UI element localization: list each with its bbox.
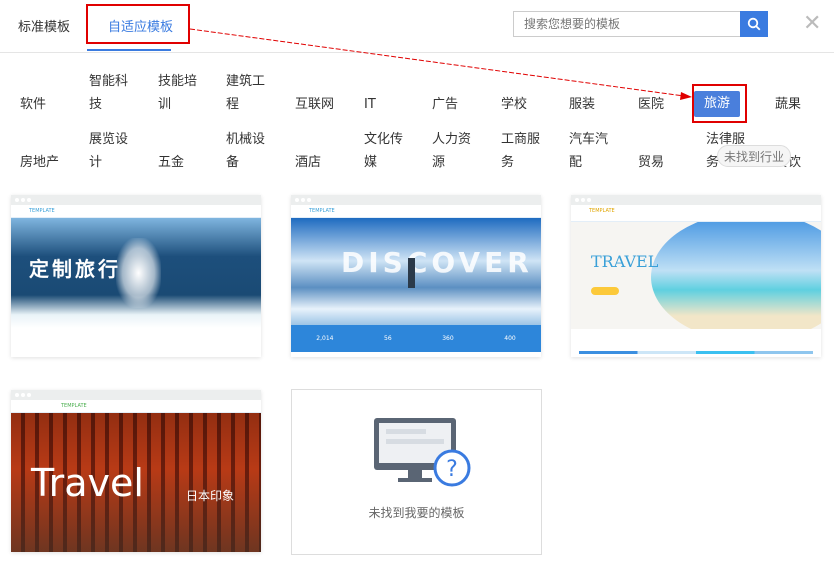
template-card[interactable]: TEMPLATE Travel 日本印象 (11, 390, 261, 552)
category-row1-8[interactable]: 服装 (569, 70, 611, 116)
template-preview: 定制旅行 (11, 218, 261, 328)
category-row1-1[interactable]: 智能科技 (89, 70, 131, 116)
category-row2-3[interactable]: 机械设备 (226, 128, 268, 174)
template-not-found-card[interactable]: ? 未找到我要的模板 (291, 389, 542, 555)
annotation-box-category (692, 84, 747, 123)
category-label: 汽车汽配 (569, 132, 609, 170)
category-row1-2[interactable]: 技能培训 (158, 70, 200, 116)
template-logo: TEMPLATE (291, 205, 541, 218)
category-label: 技能培训 (158, 74, 198, 112)
category-row2-2[interactable]: 五金 (158, 128, 200, 174)
category-label: 五金 (158, 155, 185, 170)
category-label: 医院 (638, 97, 665, 112)
browser-bar (571, 195, 821, 205)
category-label: 建筑工程 (226, 74, 266, 112)
category-label: 蔬果 (775, 97, 802, 112)
category-label: 软件 (20, 97, 47, 112)
category-label: 文化传媒 (364, 132, 404, 170)
template-preview: DISCOVER (291, 218, 541, 325)
template-subheadline: 日本印象 (186, 489, 235, 503)
template-headline: 定制旅行 (29, 257, 121, 281)
category-row1-3[interactable]: 建筑工程 (226, 70, 268, 116)
category-row1-7[interactable]: 学校 (501, 70, 543, 116)
template-logo: TEMPLATE (571, 205, 821, 222)
browser-bar (291, 195, 541, 205)
category-label: 机械设备 (226, 132, 266, 170)
category-row2-6[interactable]: 人力资源 (432, 128, 474, 174)
stat: 56 (384, 335, 392, 342)
browser-bar (11, 195, 261, 205)
category-row2-7[interactable]: 工商服务 (501, 128, 543, 174)
template-preview: Travel 日本印象 (11, 413, 261, 552)
category-row1-11[interactable]: 蔬果 (775, 70, 817, 116)
template-card[interactable]: TEMPLATE 定制旅行 (11, 195, 261, 357)
category-row1-9[interactable]: 医院 (638, 70, 680, 116)
category-row2-8[interactable]: 汽车汽配 (569, 128, 611, 174)
category-label: 学校 (501, 97, 528, 112)
category-label: 人力资源 (432, 132, 472, 170)
category-label: 酒店 (295, 155, 322, 170)
category-row1-5[interactable]: IT (364, 70, 406, 116)
category-label: 贸易 (638, 155, 665, 170)
category-row2-1[interactable]: 展览设计 (89, 128, 131, 174)
monitor-question-icon: ? (374, 418, 471, 487)
stats-strip: 2,014 56 360 400 (291, 325, 541, 352)
template-preview: TRAVEL (571, 222, 821, 329)
stat: 400 (504, 335, 516, 342)
category-label: 广告 (432, 97, 459, 112)
category-label: 展览设计 (89, 132, 129, 170)
svg-text:?: ? (446, 457, 458, 482)
browser-bar (11, 390, 261, 400)
template-card[interactable]: TEMPLATE DISCOVER 2,014 56 360 400 (291, 195, 541, 357)
template-headline: DISCOVER (341, 246, 533, 279)
stat: 360 (442, 335, 454, 342)
category-label: 智能科技 (89, 74, 129, 112)
category-row1-6[interactable]: 广告 (432, 70, 474, 116)
template-headline: Travel (31, 461, 144, 505)
category-label: 互联网 (295, 97, 335, 112)
category-row2-9[interactable]: 贸易 (638, 128, 680, 174)
tooltip: 未找到行业 (717, 145, 792, 167)
category-row1-0[interactable]: 软件 (20, 70, 62, 116)
category-row2-5[interactable]: 文化传媒 (364, 128, 406, 174)
category-label: 工商服务 (501, 132, 541, 170)
category-label: 房地产 (20, 155, 60, 170)
category-label: IT (364, 97, 376, 112)
not-found-text: 未找到我要的模板 (368, 506, 465, 520)
template-logo: TEMPLATE (11, 400, 261, 413)
category-label: 服装 (569, 97, 596, 112)
template-headline: TRAVEL (591, 252, 659, 271)
template-card[interactable]: TEMPLATE TRAVEL (571, 195, 821, 357)
category-row2-0[interactable]: 房地产 (20, 128, 62, 174)
stat: 2,014 (316, 335, 334, 342)
template-logo: TEMPLATE (11, 205, 261, 218)
category-row2-4[interactable]: 酒店 (295, 128, 337, 174)
category-row1-4[interactable]: 互联网 (295, 70, 337, 116)
